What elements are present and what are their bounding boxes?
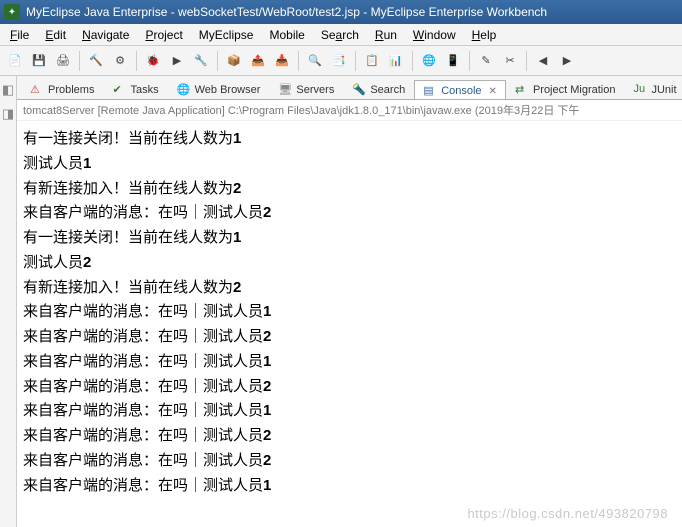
menu-edit[interactable]: Edit [37,26,74,44]
junit-icon: Ju [633,83,647,97]
toolbar-separator [298,51,299,71]
console-line: 来自客户端的消息：在吗｜测试人员2 [23,375,682,400]
toolbar-button[interactable]: 📤 [247,50,269,72]
tab-label: Problems [48,84,94,96]
main-area: ⚠ Problems ✔ Tasks 🌐 Web Browser 🖥 Servers 🔦 Sear… [17,76,682,527]
toolbar-separator [217,51,218,71]
tab-web-browser[interactable]: 🌐 Web Browser [168,79,270,99]
servers-icon: 🖥 [278,83,292,97]
tab-console[interactable]: ▤ Console ✕ [414,80,506,100]
web-browser-icon: 🌐 [177,83,191,97]
trim-icon[interactable]: ◨ [0,106,16,122]
console-launch-info: tomcat8Server [Remote Java Application] … [17,100,682,121]
menu-window[interactable]: Window [405,26,464,44]
tab-junit[interactable]: Ju JUnit [624,79,682,99]
toolbar-button[interactable]: 🖨 [52,50,74,72]
toolbar-button[interactable]: 🔧 [190,50,212,72]
left-trim: ◧◨ [0,76,17,527]
toolbar-separator [526,51,527,71]
menu-run[interactable]: Run [367,26,405,44]
toolbar-button[interactable]: 📄 [4,50,26,72]
toolbar-separator [412,51,413,71]
toolbar-button[interactable]: ⚙ [109,50,131,72]
close-icon[interactable]: ✕ [489,86,497,97]
console-line: 来自客户端的消息：在吗｜测试人员2 [23,325,682,350]
console-line: 有一连接关闭！当前在线人数为1 [23,226,682,251]
console-icon: ▤ [423,84,437,98]
console-line: 测试人员1 [23,152,682,177]
menu-file[interactable]: File [2,26,37,44]
toolbar: 📄💾🖨🔨⚙🐞▶🔧📦📤📥🔍📑📋📊🌐📱✎✂◀▶ [0,46,682,76]
menu-help[interactable]: Help [464,26,505,44]
toolbar-button[interactable]: 📱 [442,50,464,72]
toolbar-button[interactable]: ✂ [499,50,521,72]
toolbar-button[interactable]: ▶ [556,50,578,72]
title-bar: ✦ MyEclipse Java Enterprise - webSocketT… [0,0,682,24]
menu-project[interactable]: Project [137,26,190,44]
toolbar-button[interactable]: 📑 [328,50,350,72]
toolbar-separator [355,51,356,71]
menu-mobile[interactable]: Mobile [261,26,312,44]
toolbar-button[interactable]: ✎ [475,50,497,72]
toolbar-button[interactable]: 📋 [361,50,383,72]
console-line: 测试人员2 [23,251,682,276]
console-line: 来自客户端的消息：在吗｜测试人员1 [23,350,682,375]
tab-label: JUnit [651,84,676,96]
toolbar-button[interactable]: ◀ [532,50,554,72]
app-icon: ✦ [4,4,20,20]
tab-label: Project Migration [533,84,616,96]
toolbar-button[interactable]: 🔍 [304,50,326,72]
toolbar-separator [136,51,137,71]
console-line: 有一连接关闭！当前在线人数为1 [23,127,682,152]
tab-label: Servers [296,84,334,96]
toolbar-separator [79,51,80,71]
toolbar-button[interactable]: 📊 [385,50,407,72]
tab-search[interactable]: 🔦 Search [343,79,414,99]
tab-label: Console [441,85,481,97]
console-line: 来自客户端的消息：在吗｜测试人员1 [23,300,682,325]
toolbar-button[interactable]: 🌐 [418,50,440,72]
toolbar-button[interactable]: 📦 [223,50,245,72]
console-output[interactable]: 有一连接关闭！当前在线人数为1测试人员1有新连接加入！当前在线人数为2来自客户端… [17,121,682,527]
console-line: 来自客户端的消息：在吗｜测试人员2 [23,449,682,474]
toolbar-button[interactable]: 🐞 [142,50,164,72]
toolbar-button[interactable]: 📥 [271,50,293,72]
tab-label: Tasks [130,84,158,96]
toolbar-button[interactable]: ▶ [166,50,188,72]
workspace: ◧◨ ⚠Problems✔Tasks🌐Web Browser🖥Servers🔦S… [0,76,682,527]
search-icon: 🔦 [352,83,366,97]
trim-icon[interactable]: ◧ [0,82,16,98]
tab-problems[interactable]: ⚠ Problems [21,79,103,99]
menu-bar: FileEditNavigateProjectMyEclipseMobileSe… [0,24,682,46]
tab-servers[interactable]: 🖥 Servers [269,79,343,99]
tab-project-migration[interactable]: ⇄ Project Migration [506,79,625,99]
tab-label: Search [370,84,405,96]
toolbar-button[interactable]: 💾 [28,50,50,72]
tab-label: Web Browser [195,84,261,96]
menu-search[interactable]: Search [313,26,367,44]
console-line: 来自客户端的消息：在吗｜测试人员2 [23,424,682,449]
window-title: MyEclipse Java Enterprise - webSocketTes… [26,5,678,19]
problems-icon: ⚠ [30,83,44,97]
toolbar-button[interactable]: 🔨 [85,50,107,72]
view-tab-bar: ⚠ Problems ✔ Tasks 🌐 Web Browser 🖥 Servers 🔦 Sear… [17,76,682,100]
tab-tasks[interactable]: ✔ Tasks [103,79,167,99]
console-line: 有新连接加入！当前在线人数为2 [23,177,682,202]
console-line: 有新连接加入！当前在线人数为2 [23,276,682,301]
console-line: 来自客户端的消息：在吗｜测试人员1 [23,474,682,499]
project-migration-icon: ⇄ [515,83,529,97]
toolbar-separator [469,51,470,71]
tasks-icon: ✔ [112,83,126,97]
menu-navigate[interactable]: Navigate [74,26,137,44]
console-line: 来自客户端的消息：在吗｜测试人员1 [23,399,682,424]
console-line: 来自客户端的消息：在吗｜测试人员2 [23,201,682,226]
menu-myeclipse[interactable]: MyEclipse [191,26,262,44]
